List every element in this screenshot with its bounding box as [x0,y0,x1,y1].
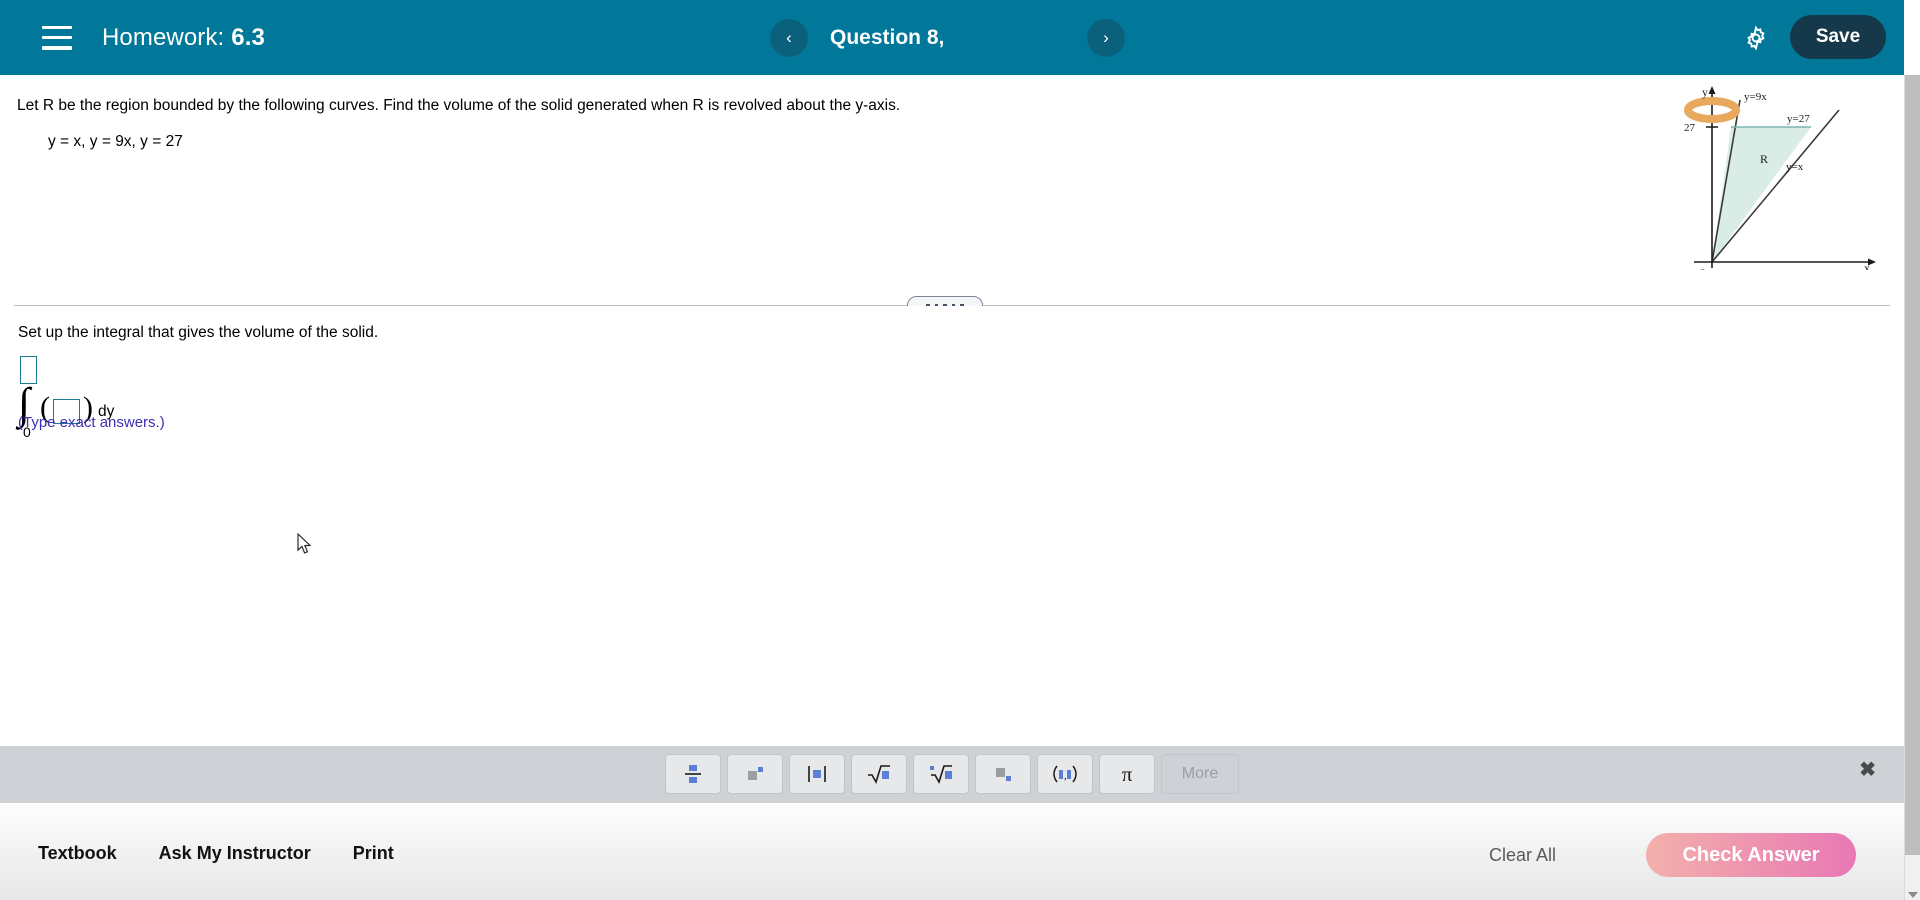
hamburger-bar [42,25,72,29]
previous-question-button[interactable]: ‹ [770,18,808,57]
vertical-scrollbar[interactable] [1904,75,1920,900]
curve-label-y-27: y=27 [1787,113,1810,125]
check-answer-button[interactable]: Check Answer [1646,833,1856,877]
textbook-link[interactable]: Textbook [38,843,117,864]
problem-pane: Let R be the region bounded by the follo… [0,75,1904,305]
origin-label: 0 [1700,267,1706,270]
x-axis-label: x [1864,261,1870,270]
region-label: R [1760,152,1768,166]
scrollbar-thumb[interactable] [1905,75,1920,855]
question-nav: ‹ Question 8, [770,0,962,75]
next-question-button[interactable]: › [1087,18,1125,57]
y-tick-label-27: 27 [1684,122,1696,134]
bottom-links: Textbook Ask My Instructor Print [38,843,394,864]
fraction-button[interactable] [665,754,721,794]
ask-my-instructor-link[interactable]: Ask My Instructor [159,843,311,864]
answer-hint: (Type exact answers.) [18,414,165,431]
question-player-app: Homework: 6.3 ‹ Question 8, › Save Let R … [0,0,1920,900]
pi-symbol: π [1121,761,1133,786]
mouse-cursor [297,533,312,554]
nth-root-button[interactable] [913,754,969,794]
math-toolbar-buttons: , π More [665,754,1239,794]
problem-statement: Let R be the region bounded by the follo… [17,97,901,114]
clear-all-button[interactable]: Clear All [1489,845,1556,866]
assignment-number: 6.3 [231,23,265,51]
y-axis-label: y [1702,85,1708,99]
subscript-button[interactable] [975,754,1031,794]
ordered-pair-button[interactable]: , [1037,754,1093,794]
print-link[interactable]: Print [353,843,394,864]
app-header: Homework: 6.3 ‹ Question 8, › Save [0,0,1904,75]
hamburger-bar [42,35,72,40]
region-fill [1712,127,1811,262]
absolute-value-button[interactable] [789,754,845,794]
bottom-action-bar: Textbook Ask My Instructor Print Clear A… [0,802,1904,900]
hamburger-icon[interactable] [42,25,72,50]
answer-pane: Set up the integral that gives the volum… [0,306,1904,746]
pi-button[interactable]: π [1099,754,1155,794]
hamburger-bar [42,46,72,50]
square-root-button[interactable] [851,754,907,794]
assignment-title: Homework: 6.3 [102,24,265,52]
assignment-label: Homework: [102,23,225,51]
y-axis-arrow [1708,86,1716,94]
save-button[interactable]: Save [1790,15,1886,59]
curve-label-y-x: y=x [1786,161,1804,173]
svg-text:,: , [1064,770,1067,782]
answer-prompt: Set up the integral that gives the volum… [18,324,379,341]
page-title: Question 8, [830,25,945,49]
region-figure: y x 0 27 y=9x y=27 y=x R [1674,80,1884,279]
more-button[interactable]: More [1161,754,1239,794]
math-toolbar: , π More ✖ [0,746,1904,802]
exponent-button[interactable] [727,754,783,794]
problem-equations: y = x, y = 9x, y = 27 [48,133,183,150]
curve-label-y-9x: y=9x [1744,91,1767,103]
gear-icon[interactable] [1738,20,1774,56]
chevron-down-icon[interactable] [1908,892,1918,898]
close-icon[interactable]: ✖ [1859,760,1876,780]
